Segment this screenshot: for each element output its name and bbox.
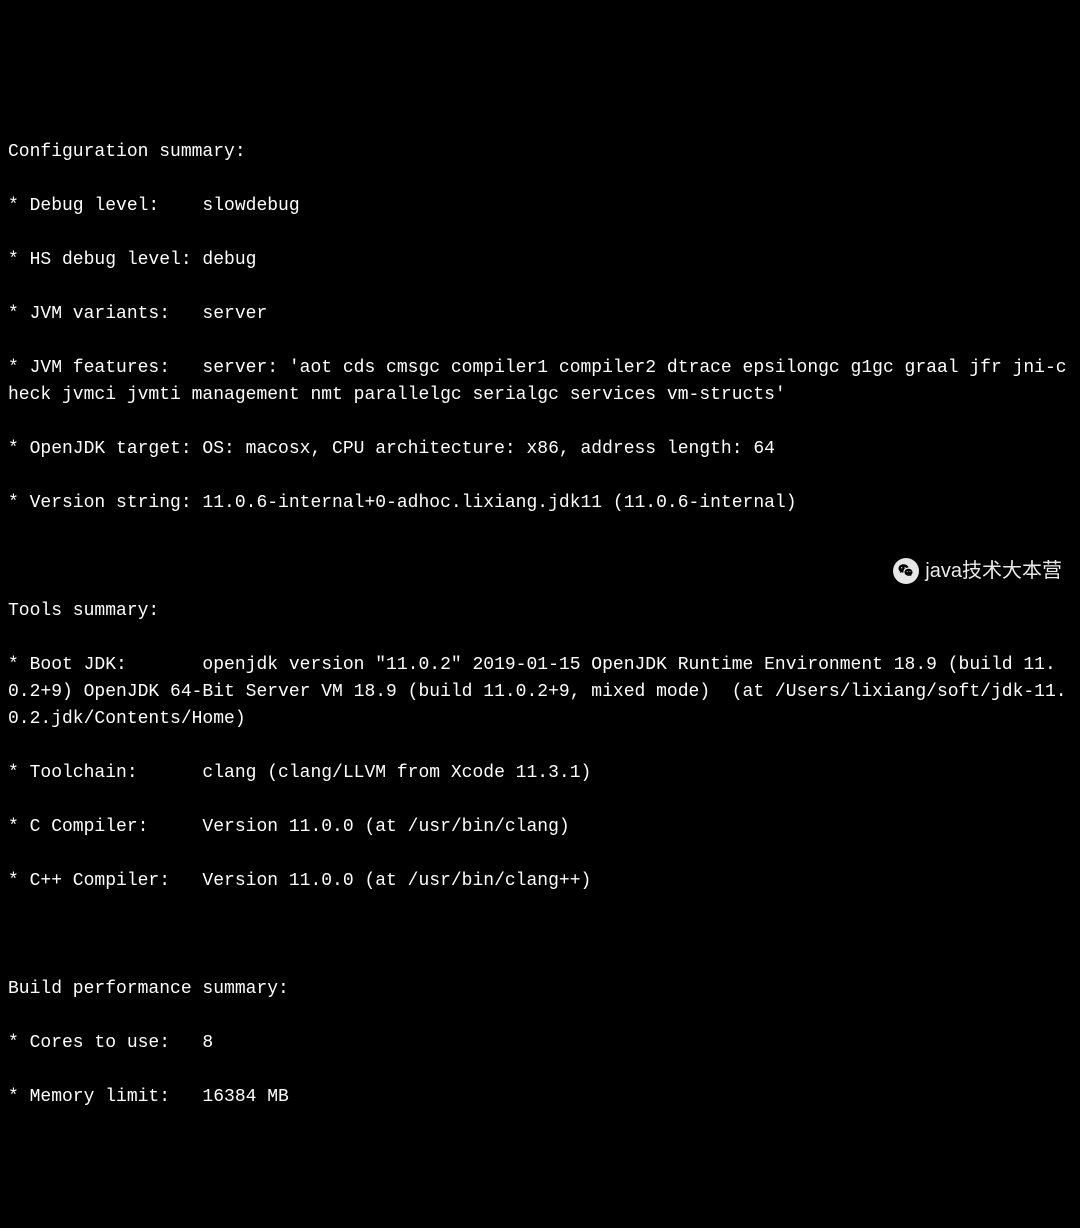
config-header: Configuration summary: bbox=[8, 139, 1072, 166]
blank-line bbox=[8, 922, 1072, 949]
config-version-string: * Version string: 11.0.6-internal+0-adho… bbox=[8, 490, 1072, 517]
config-debug-level: * Debug level: slowdebug bbox=[8, 193, 1072, 220]
config-hs-debug-level: * HS debug level: debug bbox=[8, 247, 1072, 274]
config-openjdk-target: * OpenJDK target: OS: macosx, CPU archit… bbox=[8, 436, 1072, 463]
terminal-output: Configuration summary: * Debug level: sl… bbox=[8, 112, 1072, 1138]
build-perf-header: Build performance summary: bbox=[8, 976, 1072, 1003]
tools-boot-jdk: * Boot JDK: openjdk version "11.0.2" 201… bbox=[8, 652, 1072, 733]
watermark-text: java技术大本营 bbox=[925, 556, 1062, 586]
tools-c-compiler: * C Compiler: Version 11.0.0 (at /usr/bi… bbox=[8, 814, 1072, 841]
wechat-icon bbox=[893, 558, 919, 584]
build-perf-memory: * Memory limit: 16384 MB bbox=[8, 1084, 1072, 1111]
config-jvm-variants: * JVM variants: server bbox=[8, 301, 1072, 328]
tools-cpp-compiler: * C++ Compiler: Version 11.0.0 (at /usr/… bbox=[8, 868, 1072, 895]
build-perf-cores: * Cores to use: 8 bbox=[8, 1030, 1072, 1057]
tools-header: Tools summary: bbox=[8, 598, 1072, 625]
tools-toolchain: * Toolchain: clang (clang/LLVM from Xcod… bbox=[8, 760, 1072, 787]
config-jvm-features: * JVM features: server: 'aot cds cmsgc c… bbox=[8, 355, 1072, 409]
watermark: java技术大本营 bbox=[893, 556, 1062, 586]
